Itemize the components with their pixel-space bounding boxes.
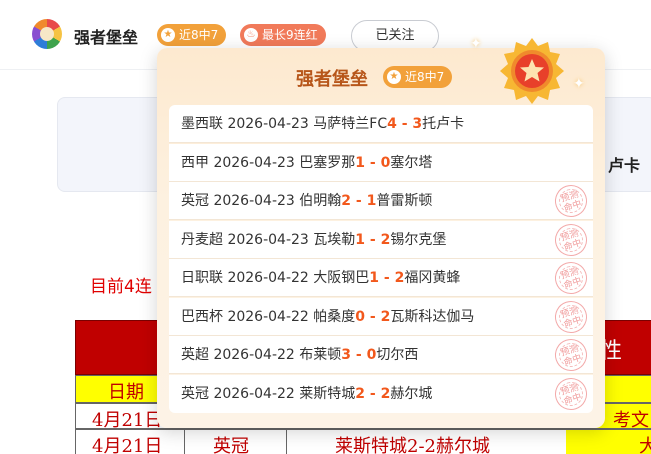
sparkle-icon: ✦: [470, 36, 482, 52]
match-list: 墨西联 2026-04-23 马萨特兰FC4 - 3托卢卡 西甲 2026-04…: [169, 105, 593, 413]
match-date: 2026-04-22: [227, 270, 309, 286]
match-league: 英冠: [181, 193, 209, 209]
avatar[interactable]: [32, 19, 62, 49]
list-item[interactable]: 西甲 2026-04-23 巴塞罗那1 - 0塞尔塔: [169, 143, 593, 182]
match-date: 2026-04-22: [213, 385, 295, 402]
streak-badge-label: 近8中7: [179, 28, 219, 42]
match-away: 托卢卡: [422, 116, 465, 132]
match-date: 2026-04-23: [227, 231, 309, 248]
star-icon: ★: [161, 27, 175, 42]
score-sep: -: [365, 385, 381, 402]
flame-icon: ♨: [244, 27, 258, 42]
match-league: 丹麦超: [181, 231, 223, 248]
table-header-date: 日期: [108, 382, 144, 403]
author-name[interactable]: 强者堡垒: [74, 24, 138, 48]
list-item[interactable]: 英冠 2026-04-23 伯明翰2 - 1普雷斯顿 预测 命中: [169, 182, 593, 220]
table-cell-league: 英冠: [213, 436, 249, 454]
match-league: 英冠: [181, 385, 209, 402]
home-score: 2: [341, 193, 352, 209]
list-item[interactable]: 丹麦超 2026-04-23 瓦埃勒1 - 2锡尔克堡 预测 命中: [169, 220, 593, 259]
away-score: 0: [366, 347, 377, 363]
home-score: 1: [369, 270, 380, 286]
away-score: 2: [380, 385, 391, 402]
match-home: 布莱顿: [299, 347, 342, 363]
table-cell-date: 4月21日: [92, 436, 163, 454]
match-away: 普雷斯顿: [376, 193, 433, 209]
hit-stamp-icon: 预测 命中: [550, 220, 592, 258]
match-home: 巴塞罗那: [299, 154, 356, 171]
article-card-text: 卢卡: [608, 156, 641, 175]
match-home: 马萨特兰FC: [313, 116, 388, 132]
best-streak-badge[interactable]: ♨ 最长9连红: [240, 24, 326, 46]
score-sep: -: [379, 270, 395, 286]
hit-stamp-icon: 预测 命中: [550, 297, 592, 335]
list-item[interactable]: 墨西联 2026-04-23 马萨特兰FC4 - 3托卢卡: [169, 105, 593, 143]
away-score: 0: [380, 154, 391, 171]
list-item[interactable]: 巴西杯 2026-04-22 帕桑度0 - 2瓦斯科达伽马 预测 命中: [169, 297, 593, 336]
match-league: 西甲: [181, 154, 209, 171]
match-home: 伯明翰: [299, 193, 342, 209]
table-row: 4月21日 英冠 莱斯特城2-2赫尔城 大: [75, 429, 651, 454]
home-score: 1: [355, 231, 366, 248]
home-score: 1: [355, 154, 366, 171]
list-item[interactable]: 英超 2026-04-22 布莱顿3 - 0切尔西 预测 命中: [169, 336, 593, 374]
score-sep: -: [351, 193, 367, 209]
popup-streak-badge: ★ 近8中7: [383, 66, 453, 88]
match-date: 2026-04-23: [213, 154, 295, 171]
away-score: 2: [380, 308, 391, 325]
score-sep: -: [365, 231, 381, 248]
table-cell-match: 莱斯特城2-2赫尔城: [335, 436, 490, 454]
hit-stamp-icon: 预测 命中: [550, 182, 592, 219]
page: 卢卡 目前4连 性 日期 4月21日 考文 4月21日 英冠 莱斯特城2-2赫尔…: [0, 0, 651, 454]
match-date: 2026-04-23: [227, 116, 309, 132]
match-home: 莱斯特城: [299, 385, 356, 402]
hit-stamp-icon: 预测 命中: [550, 374, 592, 413]
away-score: 2: [380, 231, 391, 248]
score-sep: -: [365, 308, 381, 325]
score-sep: -: [396, 116, 413, 132]
match-league: 墨西联: [181, 116, 223, 132]
streak-text: 目前4连: [90, 277, 152, 297]
away-score: 1: [366, 193, 377, 209]
hit-stamp-icon: 预测 命中: [550, 259, 592, 296]
hit-stamp-icon: 预测 命中: [550, 336, 592, 373]
match-away: 锡尔克堡: [390, 231, 447, 248]
match-away: 赫尔城: [390, 385, 433, 402]
match-date: 2026-04-22: [213, 347, 295, 363]
table-divider: [184, 430, 185, 454]
streak-badge[interactable]: ★ 近8中7: [157, 24, 227, 46]
best-badge-label: 最长9连红: [262, 28, 318, 42]
table-cell-right: 大: [639, 436, 651, 454]
home-score: 3: [341, 347, 352, 363]
match-away: 瓦斯科达伽马: [390, 308, 475, 325]
match-home: 瓦埃勒: [313, 231, 356, 248]
match-league: 日职联: [181, 270, 223, 286]
match-league: 英超: [181, 347, 209, 363]
score-sep: -: [365, 154, 381, 171]
sparkle-icon: ✦: [573, 76, 585, 92]
match-home: 大阪钢巴: [313, 270, 370, 286]
away-score: 3: [412, 116, 423, 132]
match-away: 福冈黄蜂: [404, 270, 461, 286]
popup-title: 强者堡垒: [296, 69, 368, 90]
home-score: 0: [355, 308, 366, 325]
star-icon: ★: [387, 69, 401, 84]
medal-icon: [500, 38, 564, 104]
match-away: 切尔西: [376, 347, 419, 363]
list-item[interactable]: 日职联 2026-04-22 大阪钢巴1 - 2福冈黄蜂 预测 命中: [169, 259, 593, 297]
match-home: 帕桑度: [313, 308, 356, 325]
match-date: 2026-04-23: [213, 193, 295, 209]
home-score: 4: [387, 116, 397, 132]
match-away: 塞尔塔: [390, 154, 433, 171]
popup-badge-label: 近8中7: [405, 70, 445, 84]
home-score: 2: [355, 385, 366, 402]
table-divider: [286, 430, 287, 454]
away-score: 2: [394, 270, 405, 286]
score-sep: -: [351, 347, 367, 363]
match-league: 巴西杯: [181, 308, 223, 325]
record-popup: ✦ ✦ 强者堡垒 ★ 近8中7 墨西联 2026-04-23 马萨特兰FC4 - …: [157, 36, 605, 428]
match-date: 2026-04-22: [227, 308, 309, 325]
list-item[interactable]: 英冠 2026-04-22 莱斯特城2 - 2赫尔城 预测 命中: [169, 374, 593, 413]
